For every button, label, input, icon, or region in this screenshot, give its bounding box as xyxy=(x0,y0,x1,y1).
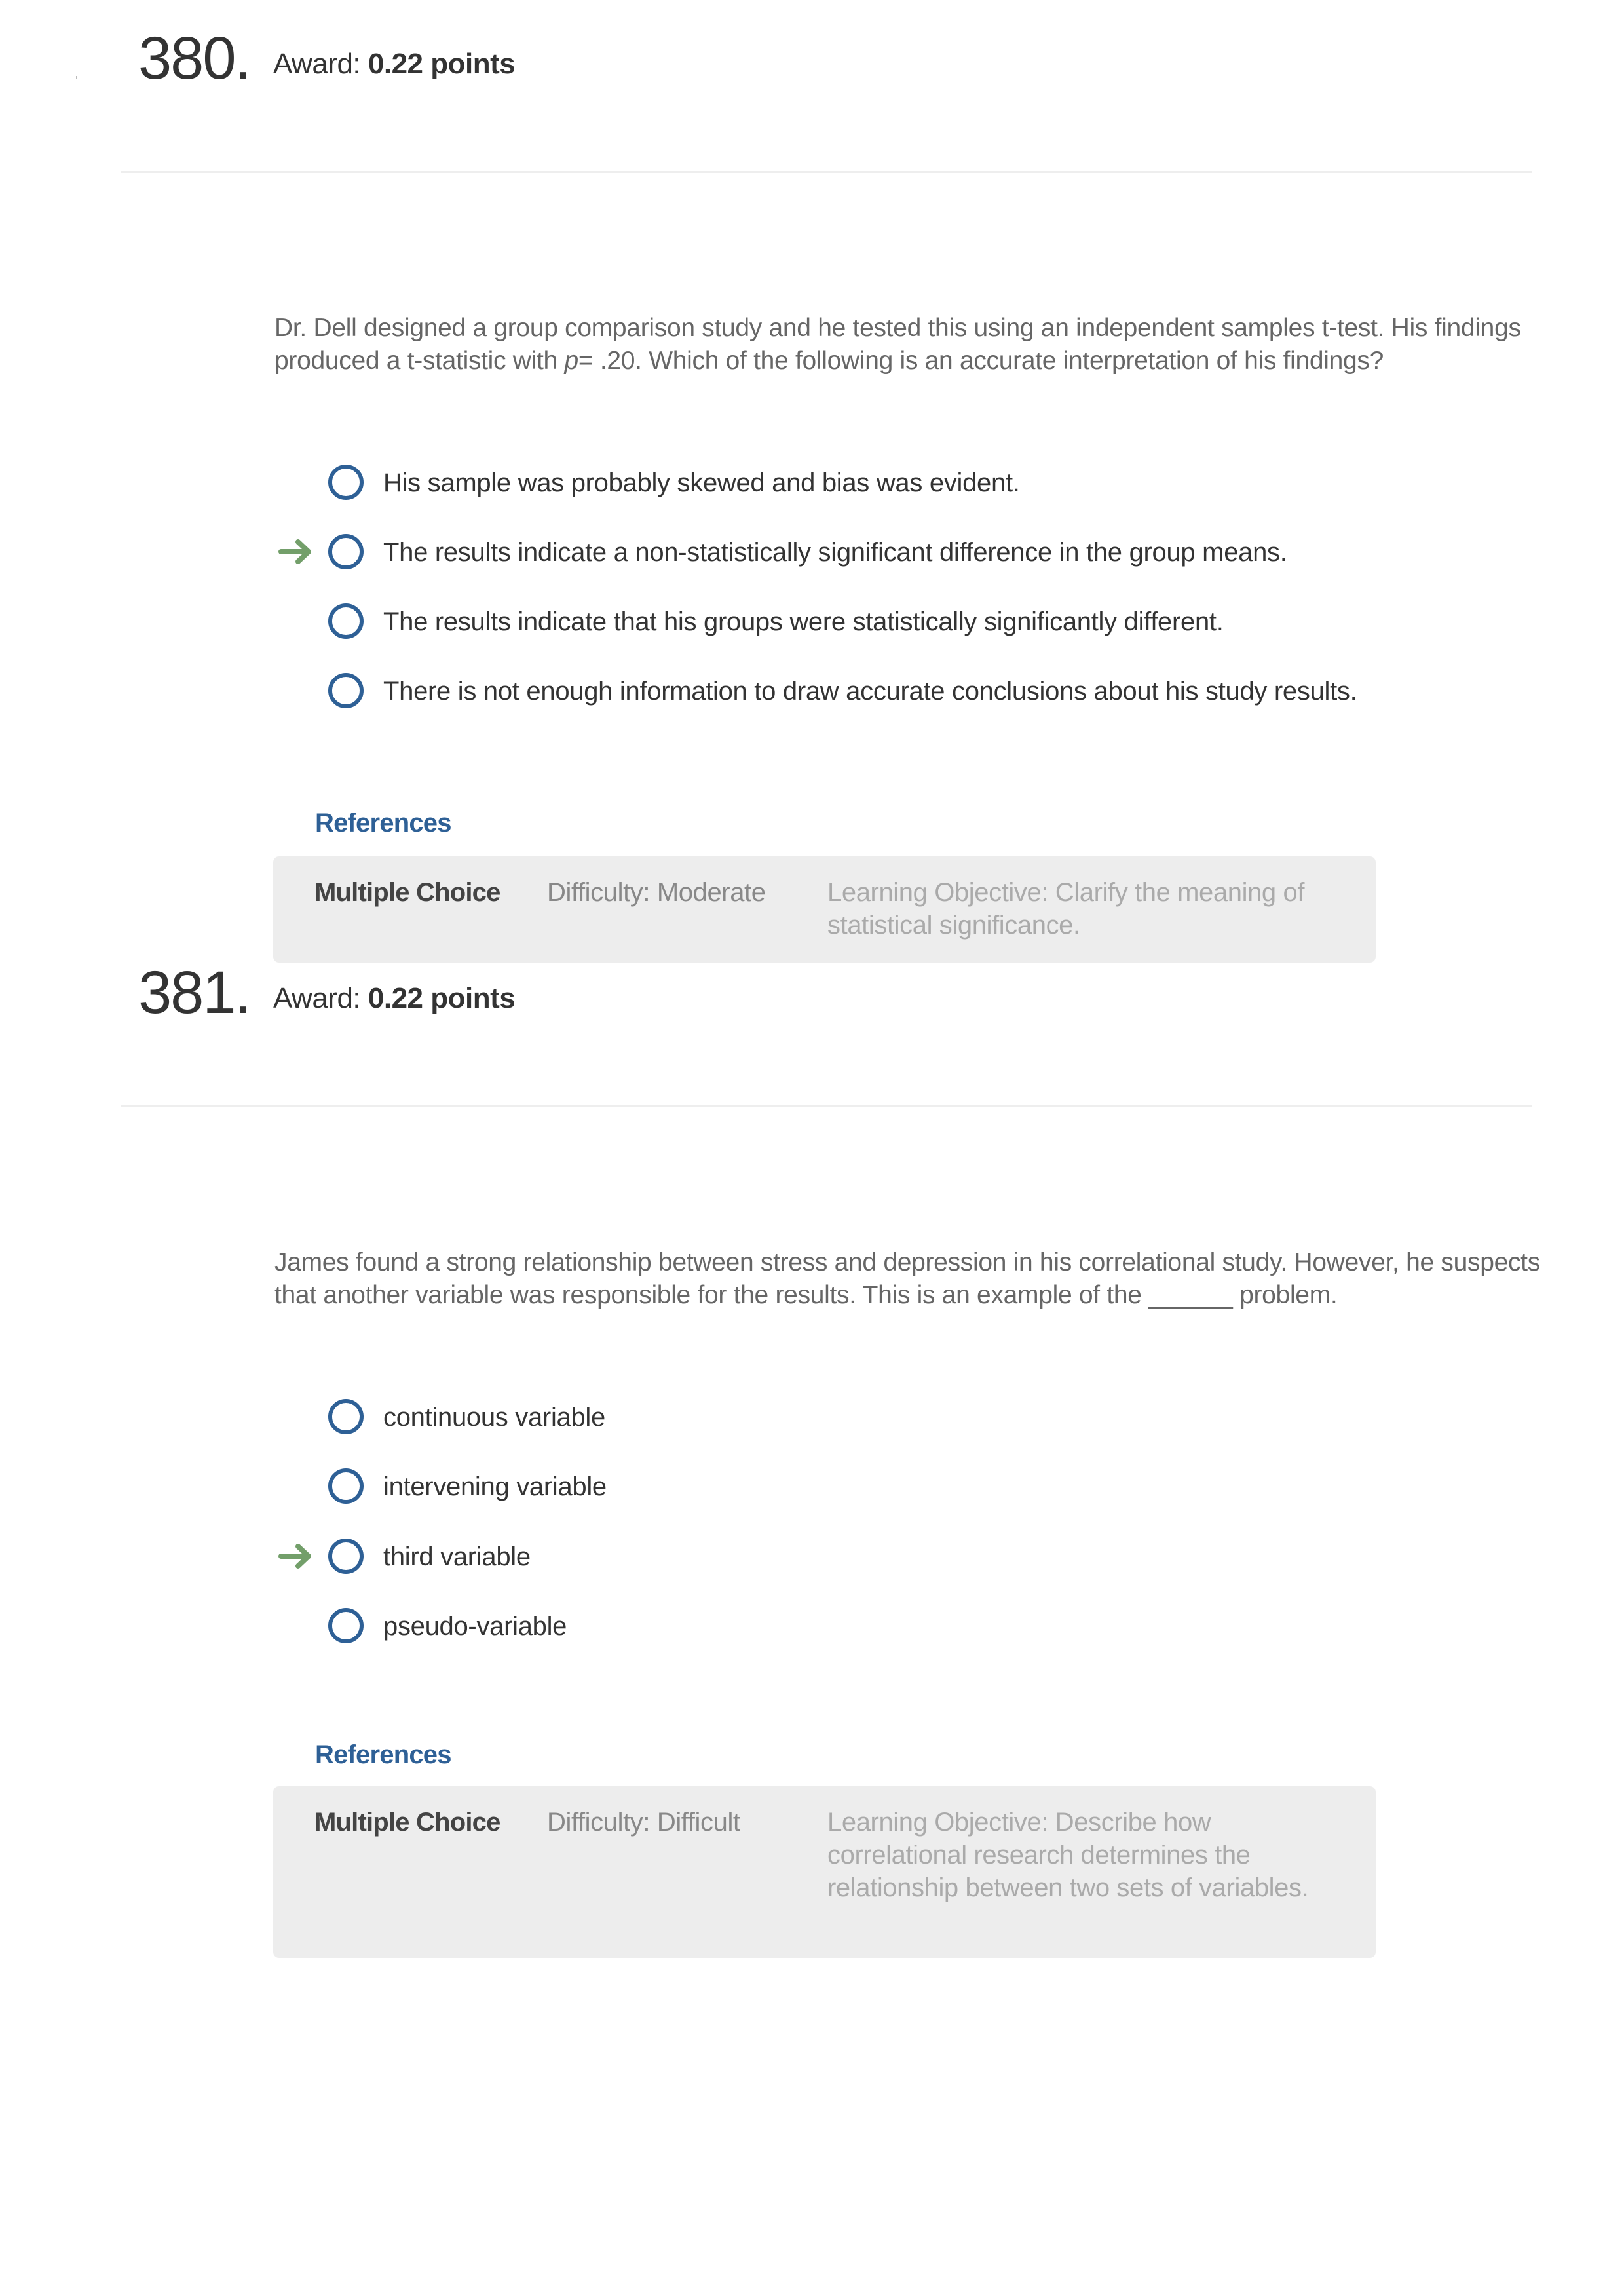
award-text: Award: 0.22 points xyxy=(273,982,516,1016)
references-heading[interactable]: References xyxy=(315,807,451,839)
question-number: 380. xyxy=(138,25,252,92)
question-stem: James found a strong relationship betwee… xyxy=(274,1246,1542,1312)
header-divider xyxy=(121,171,1532,173)
difficulty: Difficulty: Difficult xyxy=(547,1808,740,1837)
answer-option[interactable]: His sample was probably skewed and bias … xyxy=(0,459,1624,505)
learning-objective: Learning Objective: Clarify the meaning … xyxy=(827,878,1305,940)
question-type: Multiple Choice xyxy=(314,1808,500,1837)
award-text: Award: 0.22 points xyxy=(273,47,516,81)
arrow-right-icon xyxy=(278,1544,311,1569)
answer-option[interactable]: continuous variable xyxy=(0,1394,1624,1440)
radio-button-icon[interactable] xyxy=(328,1399,364,1434)
stray-mark xyxy=(76,76,77,79)
award-label: Award: xyxy=(273,48,361,80)
answer-option-correct[interactable]: third variable xyxy=(0,1533,1624,1579)
radio-button-icon[interactable] xyxy=(328,603,364,639)
arrow-right-icon xyxy=(278,539,311,564)
option-label: intervening variable xyxy=(383,1472,607,1501)
stem-text-cont: = .20. Which of the following is an accu… xyxy=(578,347,1384,375)
stem-text: James found a strong relationship betwee… xyxy=(274,1248,1540,1309)
radio-button-icon[interactable] xyxy=(328,1468,364,1504)
question-number: 381. xyxy=(138,959,252,1026)
question-type: Multiple Choice xyxy=(314,878,500,907)
answer-option[interactable]: The results indicate that his groups wer… xyxy=(0,598,1624,644)
answer-option-correct[interactable]: The results indicate a non-statistically… xyxy=(0,529,1624,575)
option-label: There is not enough information to draw … xyxy=(383,677,1357,706)
stem-italic-variable: p xyxy=(564,347,578,375)
difficulty: Difficulty: Moderate xyxy=(547,878,766,907)
radio-button-icon[interactable] xyxy=(328,534,364,569)
option-label: The results indicate that his groups wer… xyxy=(383,607,1224,636)
radio-button-icon[interactable] xyxy=(328,1539,364,1574)
option-label: His sample was probably skewed and bias … xyxy=(383,469,1020,497)
learning-objective: Learning Objective: Describe how correla… xyxy=(827,1808,1309,1902)
award-label: Award: xyxy=(273,982,361,1014)
option-label: continuous variable xyxy=(383,1403,605,1432)
answer-option[interactable]: intervening variable xyxy=(0,1463,1624,1509)
question-stem: Dr. Dell designed a group comparison stu… xyxy=(274,312,1542,377)
answer-option[interactable]: There is not enough information to draw … xyxy=(0,668,1624,714)
award-points: 0.22 points xyxy=(368,982,516,1014)
radio-button-icon[interactable] xyxy=(328,1608,364,1643)
radio-button-icon[interactable] xyxy=(328,673,364,708)
award-points: 0.22 points xyxy=(368,48,516,80)
reference-box: Multiple Choice Difficulty: Difficult Le… xyxy=(273,1786,1376,1958)
option-label: The results indicate a non-statistically… xyxy=(383,538,1287,567)
question-header: 380. Award: 0.22 points xyxy=(121,0,1532,172)
option-label: third variable xyxy=(383,1542,531,1571)
radio-button-icon[interactable] xyxy=(328,465,364,500)
answer-option[interactable]: pseudo-variable xyxy=(0,1603,1624,1649)
question-header: 381. Award: 0.22 points xyxy=(121,934,1532,1106)
option-label: pseudo-variable xyxy=(383,1612,567,1641)
references-heading[interactable]: References xyxy=(315,1739,451,1770)
header-divider xyxy=(121,1105,1532,1107)
